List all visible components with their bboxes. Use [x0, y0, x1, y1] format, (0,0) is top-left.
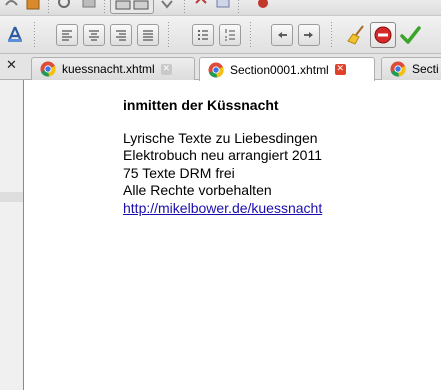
document-body[interactable]: inmitten der Küssnacht Lyrische Texte zu…: [123, 97, 322, 217]
align-center-icon[interactable]: [83, 24, 105, 46]
find-replace-icon[interactable]: [80, 0, 98, 12]
tab-section0001[interactable]: Section0001.xhtml ✕: [199, 57, 375, 81]
tab-label: Secti: [412, 62, 439, 76]
tab-label: Section0001.xhtml: [230, 62, 329, 77]
left-panel: [0, 80, 23, 390]
document-line: Lyrische Texte zu Liebesdingen: [123, 129, 318, 146]
document-line: Alle Rechte vorbehalten: [123, 182, 272, 198]
spellcheck-icon[interactable]: [254, 0, 272, 12]
justify-icon[interactable]: [137, 24, 159, 46]
close-tab-icon[interactable]: ✕: [334, 64, 346, 75]
align-right-icon[interactable]: [110, 24, 132, 46]
validate-check-icon[interactable]: [398, 23, 422, 47]
tab-label: kuessnacht.xhtml: [62, 62, 155, 76]
save-icon[interactable]: [24, 0, 42, 12]
tab-kuessnacht[interactable]: kuessnacht.xhtml ✕: [31, 57, 195, 80]
style-icon[interactable]: [4, 24, 26, 46]
chrome-icon: [390, 61, 406, 77]
align-left-icon[interactable]: [56, 24, 78, 46]
undo-icon[interactable]: [2, 0, 20, 12]
tab-bar: ✕ kuessnacht.xhtml ✕ Section0001.xhtml ✕…: [0, 54, 441, 81]
document-line: 75 Texte DRM frei: [123, 164, 235, 181]
document-line: Elektrobuch neu arrangiert 2011: [123, 147, 322, 163]
metadata-icon[interactable]: [214, 0, 232, 12]
document-title: inmitten der Küssnacht: [123, 97, 279, 113]
cleanup-broom-icon[interactable]: [345, 23, 369, 47]
increase-indent-icon[interactable]: [298, 24, 320, 46]
bullet-list-icon[interactable]: [192, 24, 214, 46]
numbered-list-icon[interactable]: [219, 24, 241, 46]
formatting-toolbar: [0, 16, 441, 54]
top-toolbar: [0, 0, 441, 16]
book-view-icon[interactable]: [110, 0, 154, 14]
stop-icon[interactable]: [370, 22, 396, 48]
close-tab-icon[interactable]: ✕: [160, 63, 172, 75]
document-link[interactable]: http://mikelbower.de/kuessnacht: [123, 200, 322, 216]
bookmark-icon[interactable]: [192, 0, 210, 12]
chrome-icon: [40, 61, 56, 77]
left-panel-item[interactable]: [0, 192, 23, 202]
tab-section-partial[interactable]: Secti: [381, 57, 441, 80]
close-all-tabs-icon[interactable]: ✕: [6, 58, 17, 73]
chrome-icon: [208, 62, 224, 77]
decrease-indent-icon[interactable]: [271, 24, 293, 46]
split-view-icon[interactable]: [158, 0, 176, 12]
search-icon[interactable]: [56, 0, 74, 12]
